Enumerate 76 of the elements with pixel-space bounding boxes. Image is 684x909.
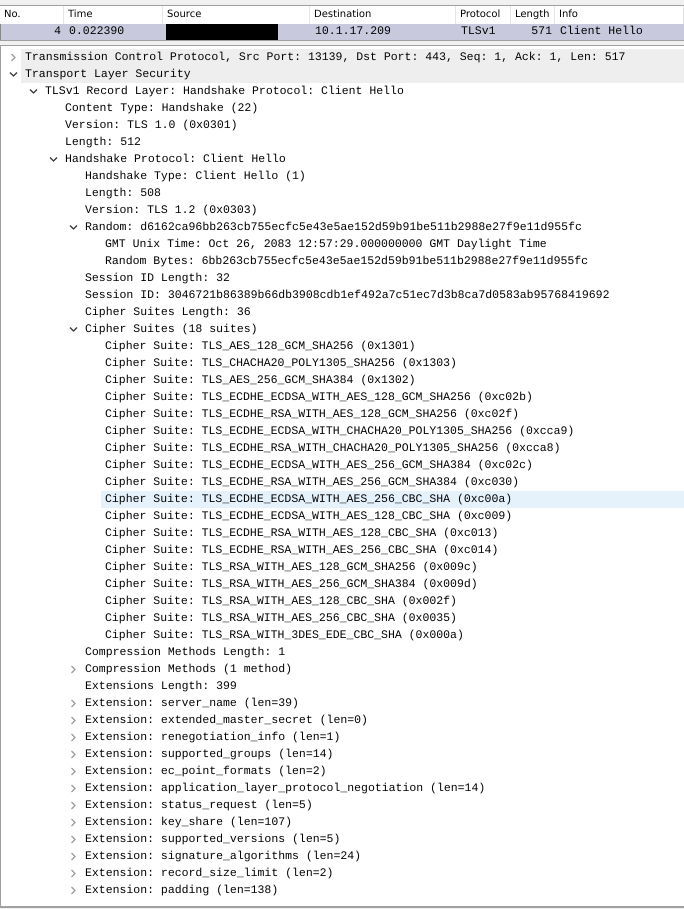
tree-item[interactable]: Content Type: Handshake (22)	[61, 100, 262, 117]
tree-item[interactable]: Handshake Type: Client Hello (1)	[81, 168, 310, 185]
chevron-right-icon[interactable]	[68, 835, 78, 844]
packet-row[interactable]: 4 0.022390 10.1.17.209 TLSv1 571 Client Hello	[0, 24, 684, 40]
tree-item[interactable]: Extension: key_share (len=107)	[81, 814, 296, 831]
tree-item[interactable]: Cipher Suites Length: 36	[81, 304, 255, 321]
chevron-right-icon[interactable]	[68, 818, 78, 827]
table-cell-text: 0.022390	[68, 24, 126, 40]
chevron-right-icon[interactable]	[68, 869, 78, 878]
tree-item[interactable]: Cipher Suite: TLS_ECDHE_ECDSA_WITH_AES_256_CBC_SHA (0xc00a)	[101, 491, 684, 508]
tree-item[interactable]: Cipher Suite: TLS_ECDHE_RSA_WITH_AES_256_GCM_SHA384 (0xc030)	[101, 474, 524, 491]
tree-item[interactable]: Extension: server_name (len=39)	[81, 695, 303, 712]
chevron-right-icon[interactable]	[68, 852, 78, 861]
tree-item[interactable]: Version: TLS 1.0 (0x0301)	[61, 117, 242, 134]
chevron-right-icon[interactable]	[68, 665, 78, 674]
tree-item[interactable]: Extension: application_layer_protocol_negotiation (len=14)	[81, 780, 490, 797]
tree-item[interactable]: Cipher Suite: TLS_ECDHE_RSA_WITH_AES_128_CBC_SHA (0xc013)	[101, 525, 502, 542]
tree-item[interactable]: Cipher Suite: TLS_ECDHE_RSA_WITH_AES_128_GCM_SHA256 (0xc02f)	[101, 406, 524, 423]
chevron-down-icon[interactable]	[68, 325, 78, 334]
chevron-right-icon[interactable]	[68, 784, 78, 793]
chevron-right-icon[interactable]	[68, 801, 78, 810]
tree-item[interactable]: Random Bytes: 6bb263cb755ecfc5e43e5ae152d59b91be511b2988e27f9e11d955fc	[101, 253, 592, 270]
tree-item[interactable]: Extension: record_size_limit (len=2)	[81, 865, 338, 882]
tree-item[interactable]: Cipher Suite: TLS_ECDHE_RSA_WITH_CHACHA20_POLY1305_SHA256 (0xcca8)	[101, 440, 564, 457]
tree-item[interactable]: Compression Methods Length: 1	[81, 644, 290, 661]
table-cell-text: Client Hello	[559, 24, 644, 40]
tree-item[interactable]: Cipher Suite: TLS_RSA_WITH_AES_256_CBC_SHA (0x0035)	[101, 610, 461, 627]
tree-item[interactable]: Transport Layer Security	[21, 66, 684, 83]
table-cell-text: 4	[53, 24, 62, 40]
tree-item[interactable]: Random: d6162ca96bb263cb755ecfc5e43e5ae152d59b91be511b2988e27f9e11d955fc	[81, 219, 586, 236]
tree-item[interactable]: Cipher Suite: TLS_ECDHE_ECDSA_WITH_AES_128_GCM_SHA256 (0xc02b)	[101, 389, 537, 406]
tree-item[interactable]: Compression Methods (1 method)	[81, 661, 296, 678]
tree-item[interactable]: Session ID Length: 32	[81, 270, 234, 287]
chevron-right-icon[interactable]	[68, 733, 78, 742]
tree-item[interactable]: Extension: signature_algorithms (len=24)	[81, 848, 366, 865]
tree-item[interactable]: Extension: ec_point_formats (len=2)	[81, 763, 331, 780]
tree-item[interactable]: Cipher Suite: TLS_RSA_WITH_AES_128_CBC_SHA (0x002f)	[101, 593, 461, 610]
tree-item[interactable]: Cipher Suite: TLS_ECDHE_ECDSA_WITH_AES_256_GCM_SHA384 (0xc02c)	[101, 457, 537, 474]
tree-item[interactable]: GMT Unix Time: Oct 26, 2083 12:57:29.000000000 GMT Daylight Time	[101, 236, 551, 253]
chevron-right-icon[interactable]	[68, 767, 78, 776]
chevron-down-icon[interactable]	[68, 223, 78, 232]
tree-item[interactable]: TLSv1 Record Layer: Handshake Protocol: Client Hello	[41, 83, 408, 100]
chevron-right-icon[interactable]	[8, 53, 18, 62]
tree-item[interactable]: Extension: padding (len=138)	[81, 882, 282, 899]
tree-item[interactable]: Extension: supported_versions (len=5)	[81, 831, 344, 848]
tree-item[interactable]: Cipher Suite: TLS_AES_256_GCM_SHA384 (0x1302)	[101, 372, 420, 389]
chevron-down-icon[interactable]	[28, 87, 38, 96]
chevron-right-icon[interactable]	[68, 886, 78, 895]
chevron-down-icon[interactable]	[48, 155, 58, 164]
tree-item[interactable]: Cipher Suite: TLS_AES_128_GCM_SHA256 (0x1301)	[101, 338, 420, 355]
tree-item[interactable]: Cipher Suites (18 suites)	[81, 321, 262, 338]
tree-item[interactable]: Cipher Suite: TLS_RSA_WITH_3DES_EDE_CBC_SHA (0x000a)	[101, 627, 468, 644]
chevron-right-icon[interactable]	[68, 699, 78, 708]
chevron-down-icon[interactable]	[8, 70, 18, 79]
tree-item[interactable]: Length: 512	[61, 134, 145, 151]
table-cell-text: 10.1.17.209	[314, 24, 392, 40]
table-cell-text: 571	[530, 24, 553, 40]
tree-item[interactable]: Cipher Suite: TLS_ECDHE_RSA_WITH_AES_256_CBC_SHA (0xc014)	[101, 542, 502, 559]
table-cell-text: TLSv1	[460, 24, 497, 40]
chevron-right-icon[interactable]	[68, 750, 78, 759]
tree-item[interactable]: Extension: status_request (len=5)	[81, 797, 317, 814]
tree-item[interactable]: Transmission Control Protocol, Src Port: 13139, Dst Port: 443, Seq: 1, Ack: 1, Len: 517	[21, 49, 684, 66]
tree-item[interactable]: Cipher Suite: TLS_ECDHE_ECDSA_WITH_CHACHA20_POLY1305_SHA256 (0xcca9)	[101, 423, 578, 440]
tree-item[interactable]: Cipher Suite: TLS_RSA_WITH_AES_256_GCM_SHA384 (0x009d)	[101, 576, 482, 593]
chevron-right-icon[interactable]	[68, 716, 78, 725]
tree-item[interactable]: Extension: renegotiation_info (len=1)	[81, 729, 344, 746]
tree-item[interactable]: Version: TLS 1.2 (0x0303)	[81, 202, 262, 219]
tree-item[interactable]: Cipher Suite: TLS_CHACHA20_POLY1305_SHA256 (0x1303)	[101, 355, 461, 372]
tree-item[interactable]: Cipher Suite: TLS_RSA_WITH_AES_128_GCM_SHA256 (0x009c)	[101, 559, 482, 576]
tree-item[interactable]: Length: 508	[81, 185, 165, 202]
tree-item[interactable]: Extension: extended_master_secret (len=0)	[81, 712, 372, 729]
tree-item[interactable]: Extensions Length: 399	[81, 678, 241, 695]
tree-item[interactable]: Cipher Suite: TLS_ECDHE_ECDSA_WITH_AES_128_CBC_SHA (0xc009)	[101, 508, 516, 525]
tree-item[interactable]: Session ID: 3046721b86389b66db3908cdb1ef492a7c51ec7d3b8ca7d0583ab95768419692	[81, 287, 614, 304]
tree-item[interactable]: Extension: supported_groups (len=14)	[81, 746, 338, 763]
tree-item[interactable]: Handshake Protocol: Client Hello	[61, 151, 290, 168]
